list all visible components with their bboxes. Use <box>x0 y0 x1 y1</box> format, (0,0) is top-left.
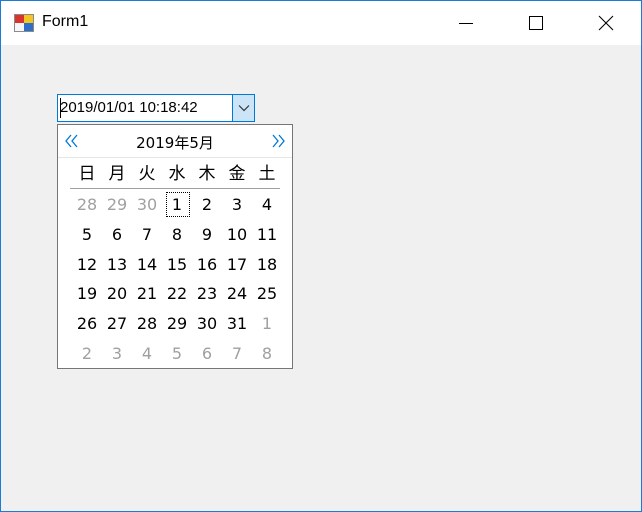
day-cell[interactable]: 16 <box>192 250 222 280</box>
day-cell[interactable]: 26 <box>72 309 102 339</box>
day-cell-other-month[interactable]: 8 <box>252 339 282 369</box>
dropdown-button[interactable] <box>232 95 254 121</box>
day-cell-other-month[interactable]: 6 <box>192 339 222 369</box>
month-year-title[interactable]: 2019年5月 <box>58 132 292 153</box>
day-cell[interactable]: 13 <box>102 250 132 280</box>
day-cell[interactable]: 21 <box>132 279 162 309</box>
maximize-icon <box>529 16 543 30</box>
day-cell[interactable]: 18 <box>252 250 282 280</box>
month-calendar-dropdown[interactable]: 2019年5月 日月火水木金土 28 29 30 1 2 3 4 5 6 7 8 9 10 11 12 13 1… <box>57 124 293 369</box>
day-cell[interactable]: 9 <box>192 220 222 250</box>
weekday-header-row: 日月火水木金土 <box>72 162 282 186</box>
calendar-header: 2019年5月 <box>58 125 292 157</box>
weekday-label: 水 <box>168 164 186 184</box>
day-cell-other-month[interactable]: 7 <box>222 339 252 369</box>
day-cell[interactable]: 15 <box>162 250 192 280</box>
weekday-label: 火 <box>138 164 156 184</box>
day-cell[interactable]: 22 <box>162 279 192 309</box>
day-cell[interactable]: 12 <box>72 250 102 280</box>
day-cell[interactable]: 7 <box>132 220 162 250</box>
day-cell-other-month[interactable]: 30 <box>132 190 162 220</box>
week-row: 19 20 21 22 23 24 25 <box>72 279 282 309</box>
day-cell-other-month[interactable]: 29 <box>102 190 132 220</box>
weekday-label: 日 <box>78 164 96 184</box>
close-icon <box>598 15 614 31</box>
day-cell[interactable]: 6 <box>102 220 132 250</box>
day-cell-other-month[interactable]: 3 <box>102 339 132 369</box>
day-cell[interactable]: 23 <box>192 279 222 309</box>
chevron-down-icon <box>238 105 250 112</box>
day-cell[interactable]: 29 <box>162 309 192 339</box>
maximize-button[interactable] <box>501 1 571 45</box>
week-row: 28 29 30 1 2 3 4 <box>72 190 282 220</box>
window-title: Form1 <box>42 13 89 30</box>
header-divider <box>58 157 292 158</box>
day-cell[interactable]: 11 <box>252 220 282 250</box>
date-time-picker[interactable]: 2019/01/01 10:18:42 <box>57 94 255 122</box>
date-time-value[interactable]: 2019/01/01 10:18:42 <box>60 99 198 116</box>
day-cell-other-month[interactable]: 5 <box>162 339 192 369</box>
day-cell[interactable]: 14 <box>132 250 162 280</box>
day-cell[interactable]: 30 <box>192 309 222 339</box>
day-cell[interactable]: 31 <box>222 309 252 339</box>
day-cell-other-month[interactable]: 1 <box>252 309 282 339</box>
day-cell[interactable]: 20 <box>102 279 132 309</box>
day-cell-other-month[interactable]: 4 <box>132 339 162 369</box>
week-row: 2345678 <box>72 339 282 369</box>
day-cell[interactable]: 17 <box>222 250 252 280</box>
day-cell[interactable]: 25 <box>252 279 282 309</box>
minimize-icon <box>459 23 473 24</box>
text-caret <box>60 98 61 118</box>
day-cell-other-month[interactable]: 28 <box>72 190 102 220</box>
week-row: 26 27 28 29 30 31 1 <box>72 309 282 339</box>
weekday-label: 土 <box>258 164 276 184</box>
weekday-divider <box>70 188 280 189</box>
title-bar[interactable]: Form1 <box>1 1 641 45</box>
form1-window: Form1 2019/01/01 10:18:42 2019年5月 日 月 火 … <box>0 0 642 512</box>
close-button[interactable] <box>571 1 641 45</box>
day-grid: 28 29 30 1 2 3 4 5 6 7 8 9 10 11 12 13 14 15 16 17 18 19 20 21 2… <box>72 190 282 369</box>
day-cell-selected[interactable]: 1 <box>162 190 192 220</box>
day-cell[interactable]: 10 <box>222 220 252 250</box>
double-chevron-right-icon[interactable] <box>269 132 287 150</box>
day-cell[interactable]: 19 <box>72 279 102 309</box>
day-cell[interactable]: 5 <box>72 220 102 250</box>
day-cell[interactable]: 8 <box>162 220 192 250</box>
day-cell[interactable]: 2 <box>192 190 222 220</box>
day-cell[interactable]: 24 <box>222 279 252 309</box>
weekday-label: 月 <box>108 164 126 184</box>
week-row: 5 6 7 8 9 10 11 <box>72 220 282 250</box>
day-cell[interactable]: 4 <box>252 190 282 220</box>
day-cell-other-month[interactable]: 2 <box>72 339 102 369</box>
week-row: 12 13 14 15 16 17 18 <box>72 250 282 280</box>
minimize-button[interactable] <box>431 1 501 45</box>
weekday-label: 金 <box>228 164 246 184</box>
app-form-icon <box>14 14 34 32</box>
day-cell[interactable]: 3 <box>222 190 252 220</box>
day-cell[interactable]: 27 <box>102 309 132 339</box>
weekday-label: 木 <box>198 164 216 184</box>
day-cell[interactable]: 28 <box>132 309 162 339</box>
